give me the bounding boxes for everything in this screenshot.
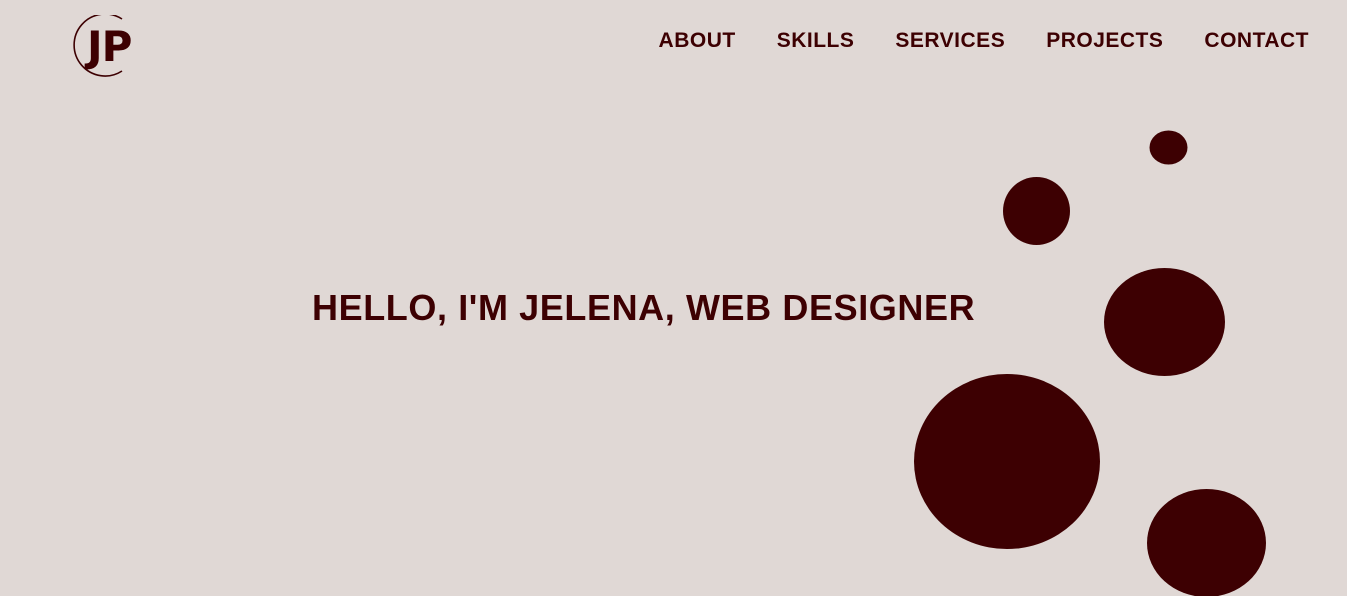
bubble-tiny	[1149, 130, 1188, 165]
bubble-large	[914, 374, 1100, 549]
bubble-small	[1003, 177, 1070, 245]
decorative-bubbles	[914, 130, 1266, 596]
bubble-medium	[1104, 268, 1225, 376]
bubble-bottom	[1147, 489, 1266, 596]
page: JP ABOUT SKILLS SERVICES PROJECTS CONTAC…	[0, 0, 1347, 596]
